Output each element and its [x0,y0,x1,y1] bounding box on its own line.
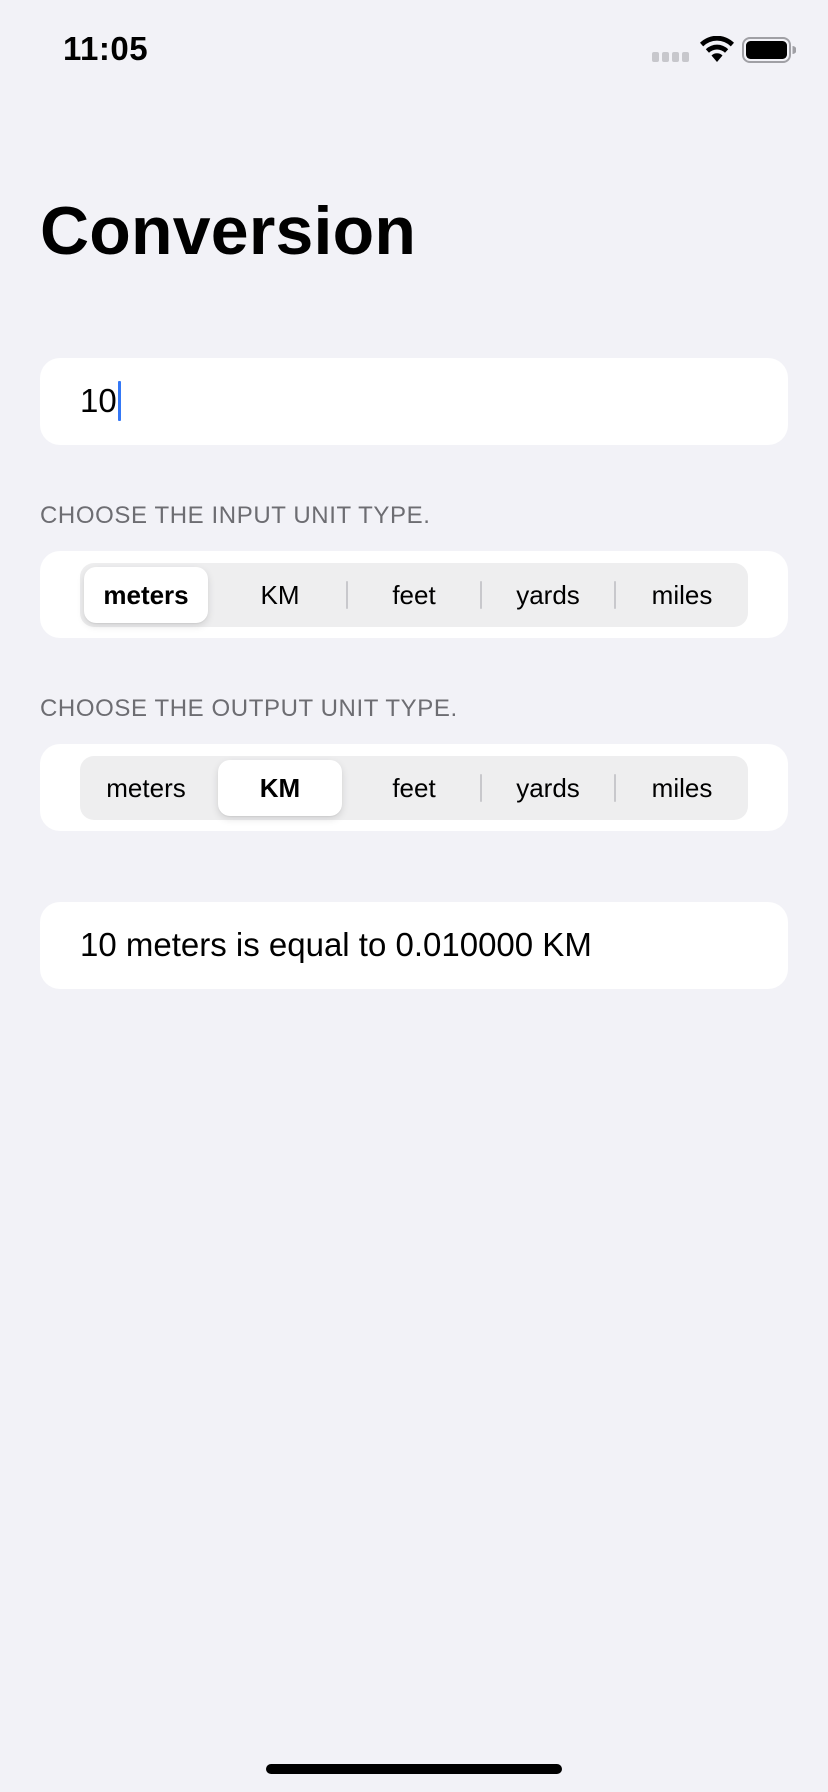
segment-divider [212,774,214,802]
status-bar: 11:05 [0,0,828,100]
segment-divider [346,774,348,802]
segment-divider [614,774,616,802]
result-card: 10 meters is equal to 0.010000 KM [40,902,788,989]
value-input-value: 10 [80,382,117,419]
status-time: 11:05 [63,30,149,67]
result-text: 10 meters is equal to 0.010000 KM [80,926,592,963]
input-unit-card: meters KM feet yards miles [40,551,788,638]
segment-divider [480,581,482,609]
input-unit-segment-yards[interactable]: yards [486,567,610,623]
battery-icon [742,37,796,63]
input-unit-segment-miles[interactable]: miles [620,567,744,623]
input-unit-segment-feet[interactable]: feet [352,567,476,623]
segment-divider [212,581,214,609]
output-unit-segment-feet[interactable]: feet [352,760,476,816]
value-input-field[interactable]: 10 [40,358,788,445]
page-title: Conversion [40,193,417,269]
segment-divider [346,581,348,609]
text-caret [117,381,121,421]
signal-icon [652,52,690,62]
segment-divider [614,581,616,609]
output-unit-segment-meters[interactable]: meters [84,760,208,816]
input-unit-segmented-control[interactable]: meters KM feet yards miles [80,563,748,627]
output-unit-segment-miles[interactable]: miles [620,760,744,816]
segment-divider [480,774,482,802]
output-unit-segmented-control[interactable]: meters KM feet yards miles [80,756,748,820]
input-unit-segment-meters[interactable]: meters [84,567,208,623]
output-unit-header: CHOOSE THE OUTPUT UNIT TYPE. [40,695,458,722]
home-indicator[interactable] [266,1764,562,1774]
output-unit-card: meters KM feet yards miles [40,744,788,831]
value-input-text[interactable]: 10 [80,380,121,422]
output-unit-segment-yards[interactable]: yards [486,760,610,816]
wifi-icon [700,36,734,62]
output-unit-segment-km[interactable]: KM [218,760,342,816]
input-unit-segment-km[interactable]: KM [218,567,342,623]
input-unit-header: CHOOSE THE INPUT UNIT TYPE. [40,502,431,529]
